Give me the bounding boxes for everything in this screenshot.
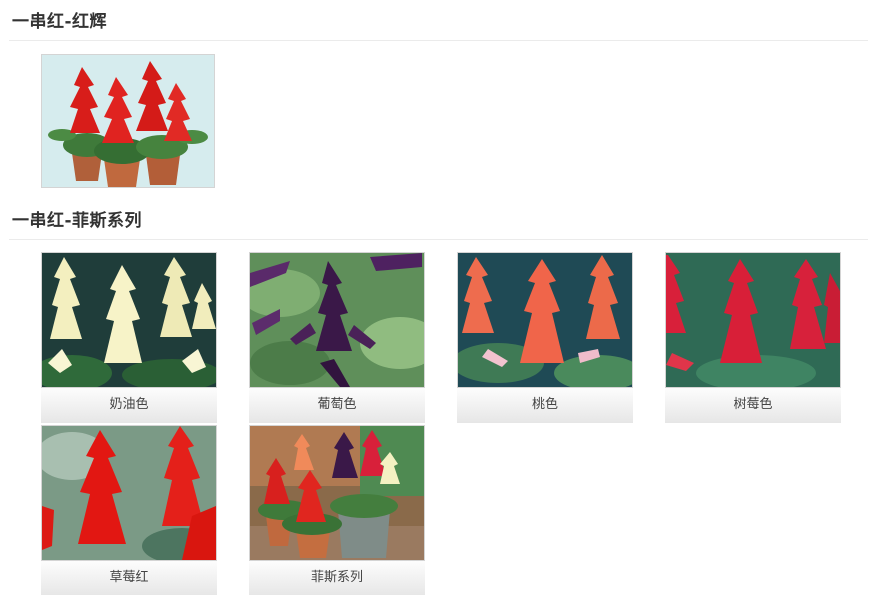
section-divider (9, 239, 868, 240)
section-title-feis-series: 一串红-菲斯系列 (12, 211, 143, 231)
section-title-honghui: 一串红-红辉 (12, 12, 108, 32)
variety-photo-grape[interactable] (249, 252, 425, 388)
variety-photo-cream[interactable] (41, 252, 217, 388)
variety-caption[interactable]: 菲斯系列 (249, 561, 425, 595)
variety-photo-strawberry[interactable] (41, 425, 217, 561)
variety-card-strawberry[interactable]: 草莓红 (41, 425, 217, 595)
product-gallery-page: 一串红-红辉 一串红-菲斯系列 奶油色 葡萄色 桃色 树莓色 草莓红 菲斯系列 (0, 0, 874, 595)
variety-card-peach[interactable]: 桃色 (457, 252, 633, 423)
variety-caption[interactable]: 奶油色 (41, 388, 217, 423)
variety-caption[interactable]: 树莓色 (665, 388, 841, 423)
variety-photo-feis-series[interactable] (249, 425, 425, 561)
section-divider (9, 40, 868, 41)
variety-caption[interactable]: 葡萄色 (249, 388, 425, 423)
variety-photo-peach[interactable] (457, 252, 633, 388)
variety-caption[interactable]: 桃色 (457, 388, 633, 423)
variety-card-feis-series[interactable]: 菲斯系列 (249, 425, 425, 595)
variety-caption[interactable]: 草莓红 (41, 561, 217, 595)
variety-card-raspberry[interactable]: 树莓色 (665, 252, 841, 423)
variety-card-cream[interactable]: 奶油色 (41, 252, 217, 423)
honghui-photo[interactable] (41, 54, 215, 188)
variety-card-grape[interactable]: 葡萄色 (249, 252, 425, 423)
variety-photo-raspberry[interactable] (665, 252, 841, 388)
